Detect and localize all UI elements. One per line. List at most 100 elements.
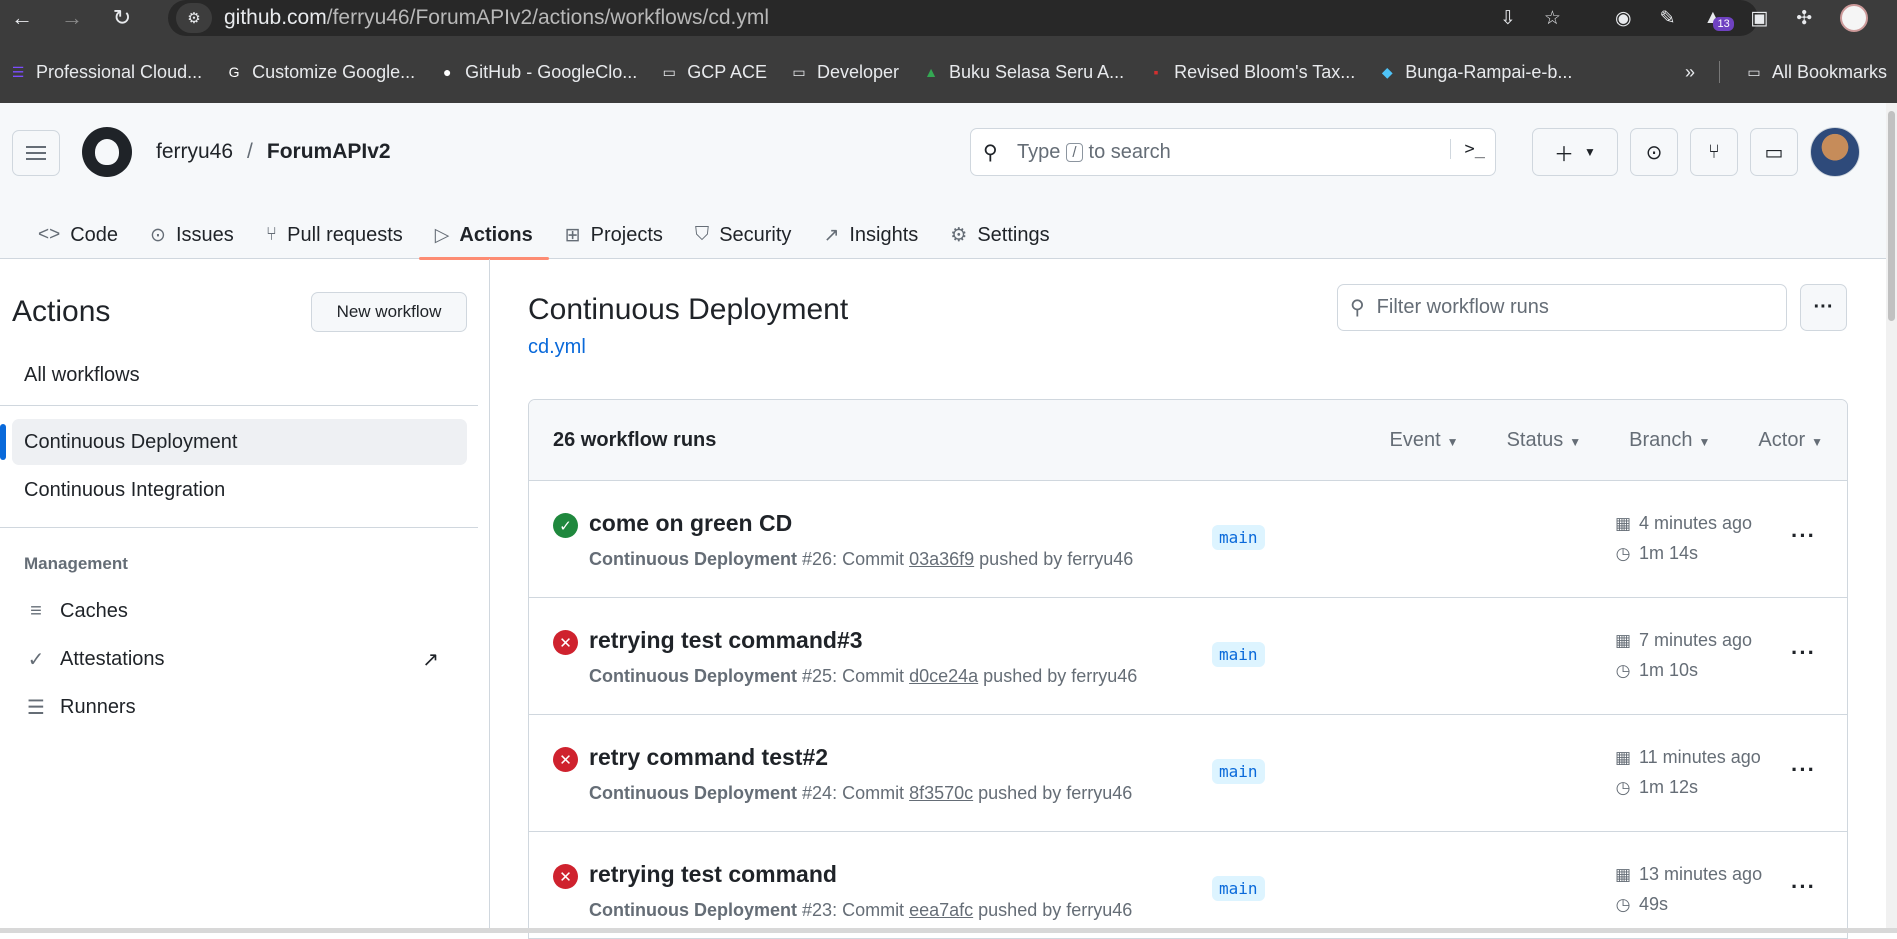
github-icon: ● <box>442 64 452 80</box>
browser-chrome: ← → ↻ ⚙ github.com/ferryu46/ForumAPIv2/a… <box>0 0 1897 103</box>
run-options-icon[interactable]: ··· <box>1791 640 1816 666</box>
forward-icon[interactable]: → <box>54 0 90 36</box>
chevron-down-icon: ▼ <box>1811 435 1823 449</box>
hamburger-menu-icon[interactable] <box>12 130 60 176</box>
sidebar-item-caches[interactable]: ≡ Caches <box>12 588 467 634</box>
run-options-icon[interactable]: ··· <box>1791 757 1816 783</box>
sidebar-item-continuous-deployment[interactable]: Continuous Deployment <box>12 419 467 465</box>
repo-owner-link[interactable]: ferryu46 <box>156 140 233 164</box>
sidebar-item-runners[interactable]: ☰ Runners <box>12 684 467 730</box>
bookmark-item[interactable]: ● GitHub - GoogleClo... <box>437 62 637 83</box>
run-title-link[interactable]: retrying test command#3 <box>589 627 863 654</box>
run-commit-label: : Commit <box>832 900 905 920</box>
tab-settings[interactable]: ⚙ Settings <box>934 211 1065 259</box>
more-options-button[interactable]: ··· <box>1800 284 1847 331</box>
sidebar-item-attestations[interactable]: ✓ Attestations ↗ <box>12 636 467 682</box>
workflow-run-row[interactable]: ✕ retry command test#2 Continuous Deployme… <box>529 715 1847 832</box>
runs-count: 26 workflow runs <box>553 428 717 451</box>
commit-sha-link[interactable]: 8f3570c <box>909 783 973 803</box>
branch-label[interactable]: main <box>1212 642 1265 667</box>
workflow-file-link[interactable]: cd.yml <box>528 336 586 359</box>
run-meta: Continuous Deployment #23: Commit eea7af… <box>589 900 1132 921</box>
reload-icon[interactable]: ↻ <box>104 0 140 36</box>
bookmark-item[interactable]: ◆ Bunga-Rampai-e-b... <box>1377 62 1572 83</box>
bookmark-item[interactable]: ▭ Developer <box>789 62 899 83</box>
run-title-link[interactable]: come on green CD <box>589 510 792 537</box>
bookmarks-bar: ☰ Professional Cloud... G Customize Google.… <box>0 56 1897 88</box>
more-bookmarks-icon[interactable]: » <box>1685 62 1695 83</box>
run-when-text: 4 minutes ago <box>1639 513 1753 533</box>
pull-requests-icon[interactable]: ⑂ <box>1690 128 1738 176</box>
scroll-thumb[interactable] <box>1888 111 1895 321</box>
branch-label[interactable]: main <box>1212 876 1265 901</box>
puzzle-icon[interactable]: ✣ <box>1796 7 1812 30</box>
repo-name-link[interactable]: ForumAPIv2 <box>267 140 391 164</box>
run-pushed-by: pushed by ferryu46 <box>978 900 1133 920</box>
extension-badge-icon[interactable]: ▲ 13 <box>1703 7 1734 31</box>
create-new-button[interactable]: ＋ ▼ <box>1532 128 1618 176</box>
tab-code[interactable]: <> Code <box>22 211 134 259</box>
bookmark-item[interactable]: G Customize Google... <box>224 62 416 83</box>
page-scrollbar[interactable] <box>1886 103 1897 933</box>
new-workflow-button[interactable]: New workflow <box>311 292 467 332</box>
run-options-icon[interactable]: ··· <box>1791 523 1816 549</box>
filter-runs-input[interactable]: ⚲ Filter workflow runs <box>1337 284 1787 331</box>
install-icon[interactable]: ⇩ <box>1500 7 1516 30</box>
tab-pull-requests[interactable]: ⑂ Pull requests <box>250 211 419 259</box>
camera-icon[interactable]: ◉ <box>1615 7 1632 30</box>
bookmark-item[interactable]: ☰ Professional Cloud... <box>8 62 202 83</box>
profile-icon[interactable] <box>1840 4 1869 32</box>
sidebar-item-continuous-integration[interactable]: Continuous Integration <box>12 467 467 513</box>
filter-event-dropdown[interactable]: Event ▼ <box>1390 429 1459 452</box>
run-workflow-name: Continuous Deployment <box>589 783 797 803</box>
avatar[interactable] <box>1810 127 1860 177</box>
wrench-icon[interactable]: ✎ <box>1660 7 1676 30</box>
run-number: #23 <box>802 900 833 920</box>
tab-actions[interactable]: ▷ Actions <box>418 211 549 260</box>
filter-status-dropdown[interactable]: Status ▼ <box>1507 429 1582 452</box>
branch-label[interactable]: main <box>1212 759 1265 784</box>
github-logo-icon[interactable] <box>82 127 132 177</box>
filter-label: Branch <box>1629 429 1693 451</box>
bookmark-item[interactable]: ▲ Buku Selasa Seru A... <box>921 62 1124 83</box>
star-icon[interactable]: ☆ <box>1544 7 1561 30</box>
global-search-input[interactable]: ⚲ Type / to search >_ <box>970 128 1496 176</box>
tab-issues[interactable]: ⊙ Issues <box>134 211 250 259</box>
search-placeholder-prefix: Type <box>1017 140 1061 163</box>
commit-sha-link[interactable]: 03a36f9 <box>909 549 974 569</box>
runs-body: ✓ come on green CD Continuous Deployment #… <box>529 481 1847 938</box>
workflow-run-row[interactable]: ✕ retrying test command#3 Continuous Deplo… <box>529 598 1847 715</box>
bookmark-item[interactable]: ▭ GCP ACE <box>659 62 767 83</box>
workflow-run-row[interactable]: ✕ retrying test command Continuous Deploym… <box>529 832 1847 938</box>
sidebar-item-all-workflows[interactable]: All workflows <box>12 352 467 398</box>
command-palette-icon[interactable]: >_ <box>1449 139 1485 159</box>
run-pushed-by: pushed by ferryu46 <box>983 666 1138 686</box>
extension-icon[interactable]: ▣ <box>1750 7 1768 30</box>
play-icon: ▷ <box>434 224 450 246</box>
folder-icon: ▭ <box>1747 63 1761 80</box>
folder-icon: ▭ <box>792 63 806 80</box>
chevron-down-icon: ▼ <box>1569 435 1582 449</box>
tab-insights[interactable]: ↗ Insights <box>807 211 934 259</box>
tab-security[interactable]: ⛉ Security <box>679 211 808 259</box>
back-icon[interactable]: ← <box>4 0 40 36</box>
commit-sha-link[interactable]: eea7afc <box>909 900 973 920</box>
sidebar-divider <box>0 405 478 406</box>
filter-branch-dropdown[interactable]: Branch ▼ <box>1629 429 1710 452</box>
branch-label[interactable]: main <box>1212 525 1265 550</box>
filter-actor-dropdown[interactable]: Actor ▼ <box>1758 429 1823 452</box>
run-options-icon[interactable]: ··· <box>1791 874 1816 900</box>
site-settings-icon[interactable]: ⚙ <box>176 3 212 33</box>
bookmark-item[interactable]: ▪ Revised Bloom's Tax... <box>1146 62 1356 83</box>
run-title-link[interactable]: retry command test#2 <box>589 744 828 771</box>
issues-icon[interactable]: ⊙ <box>1630 128 1678 176</box>
url-text[interactable]: github.com/ferryu46/ForumAPIv2/actions/w… <box>224 6 769 30</box>
run-timestamp: ▦ 7 minutes ago <box>1613 630 1752 651</box>
all-bookmarks[interactable]: ▭ All Bookmarks <box>1744 62 1887 83</box>
workflow-run-row[interactable]: ✓ come on green CD Continuous Deployment #… <box>529 481 1847 598</box>
tab-projects[interactable]: ⊞ Projects <box>549 211 679 259</box>
sidebar-divider <box>0 527 478 528</box>
inbox-icon[interactable]: ▭ <box>1750 128 1798 176</box>
commit-sha-link[interactable]: d0ce24a <box>909 666 978 686</box>
run-title-link[interactable]: retrying test command <box>589 861 837 888</box>
